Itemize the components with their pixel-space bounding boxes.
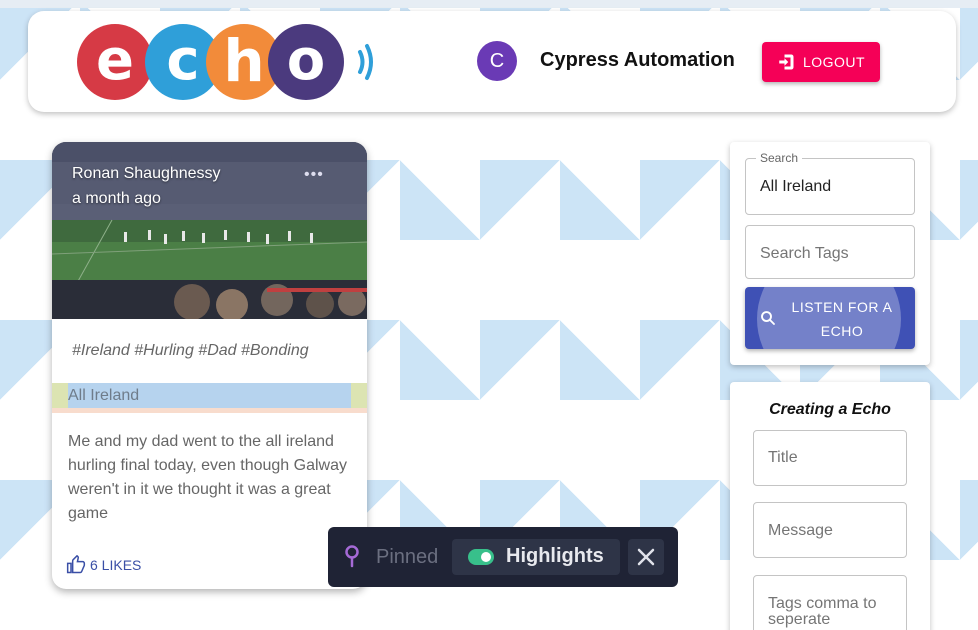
message-input[interactable]: Message <box>768 523 833 539</box>
author-name: Ronan Shaughnessy <box>72 165 221 182</box>
card-category: All Ireland <box>68 387 140 404</box>
app-header: e c h o C Cypress Automation LOGOUT <box>28 11 956 112</box>
close-toolbar-button[interactable] <box>628 539 664 575</box>
logo-image: e c h o <box>77 24 373 100</box>
card-body: Me and my dad went to the all ireland hu… <box>68 433 347 522</box>
svg-text:e: e <box>96 28 134 93</box>
highlights-label: Highlights <box>506 545 604 567</box>
top-strip <box>0 0 978 8</box>
close-icon <box>637 548 655 566</box>
highlight-toolbar: Pinned Highlights <box>328 527 678 587</box>
svg-text:c: c <box>166 28 199 93</box>
pin-icon[interactable] <box>342 544 362 568</box>
listen-for-echo-button[interactable]: LISTEN FOR A ECHO <box>745 287 915 349</box>
search-field[interactable]: Search All Ireland <box>745 151 915 215</box>
search-panel: Search All Ireland Search Tags LISTEN FO… <box>730 142 930 365</box>
message-field[interactable]: Message <box>753 502 907 558</box>
logout-icon <box>779 54 794 70</box>
search-icon <box>761 311 775 325</box>
toggle-switch-icon[interactable] <box>468 549 494 565</box>
post-time: a month ago <box>72 190 161 207</box>
thumb-up-icon <box>66 555 86 574</box>
search-input[interactable]: All Ireland <box>760 178 831 196</box>
more-options-icon[interactable]: ••• <box>304 167 324 183</box>
title-input[interactable]: Title <box>768 450 798 466</box>
likes-count: 6 LIKES <box>90 557 142 573</box>
svg-text:h: h <box>223 27 264 95</box>
create-echo-title: Creating a Echo <box>769 401 891 418</box>
search-tags-input[interactable]: Search Tags <box>760 246 849 262</box>
card-photo: Ronan Shaughnessy a month ago ••• <box>52 142 367 319</box>
card-tags: #Ireland #Hurling #Dad #Bonding <box>72 342 309 359</box>
logout-button[interactable]: LOGOUT <box>762 42 880 82</box>
search-tags-field[interactable]: Search Tags <box>745 225 915 279</box>
username-label: Cypress Automation <box>540 49 735 71</box>
create-echo-panel: Creating a Echo Title Message Tags comma… <box>730 382 930 630</box>
tags-input[interactable]: Tags comma to seperate <box>768 596 898 628</box>
like-button[interactable]: 6 LIKES <box>66 555 141 575</box>
highlights-toggle-button[interactable]: Highlights <box>452 539 620 575</box>
pinned-label[interactable]: Pinned <box>376 546 438 569</box>
title-field[interactable]: Title <box>753 430 907 486</box>
search-field-label: Search <box>756 151 803 165</box>
logout-label: LOGOUT <box>802 54 866 70</box>
listen-button-label: LISTEN FOR A ECHO <box>791 299 893 339</box>
echo-card[interactable]: Ronan Shaughnessy a month ago ••• #Irela… <box>52 142 367 589</box>
tags-field[interactable]: Tags comma to seperate <box>753 575 907 630</box>
svg-text:o: o <box>287 28 325 93</box>
echo-logo[interactable]: e c h o <box>76 23 376 101</box>
avatar[interactable]: C <box>477 41 517 81</box>
